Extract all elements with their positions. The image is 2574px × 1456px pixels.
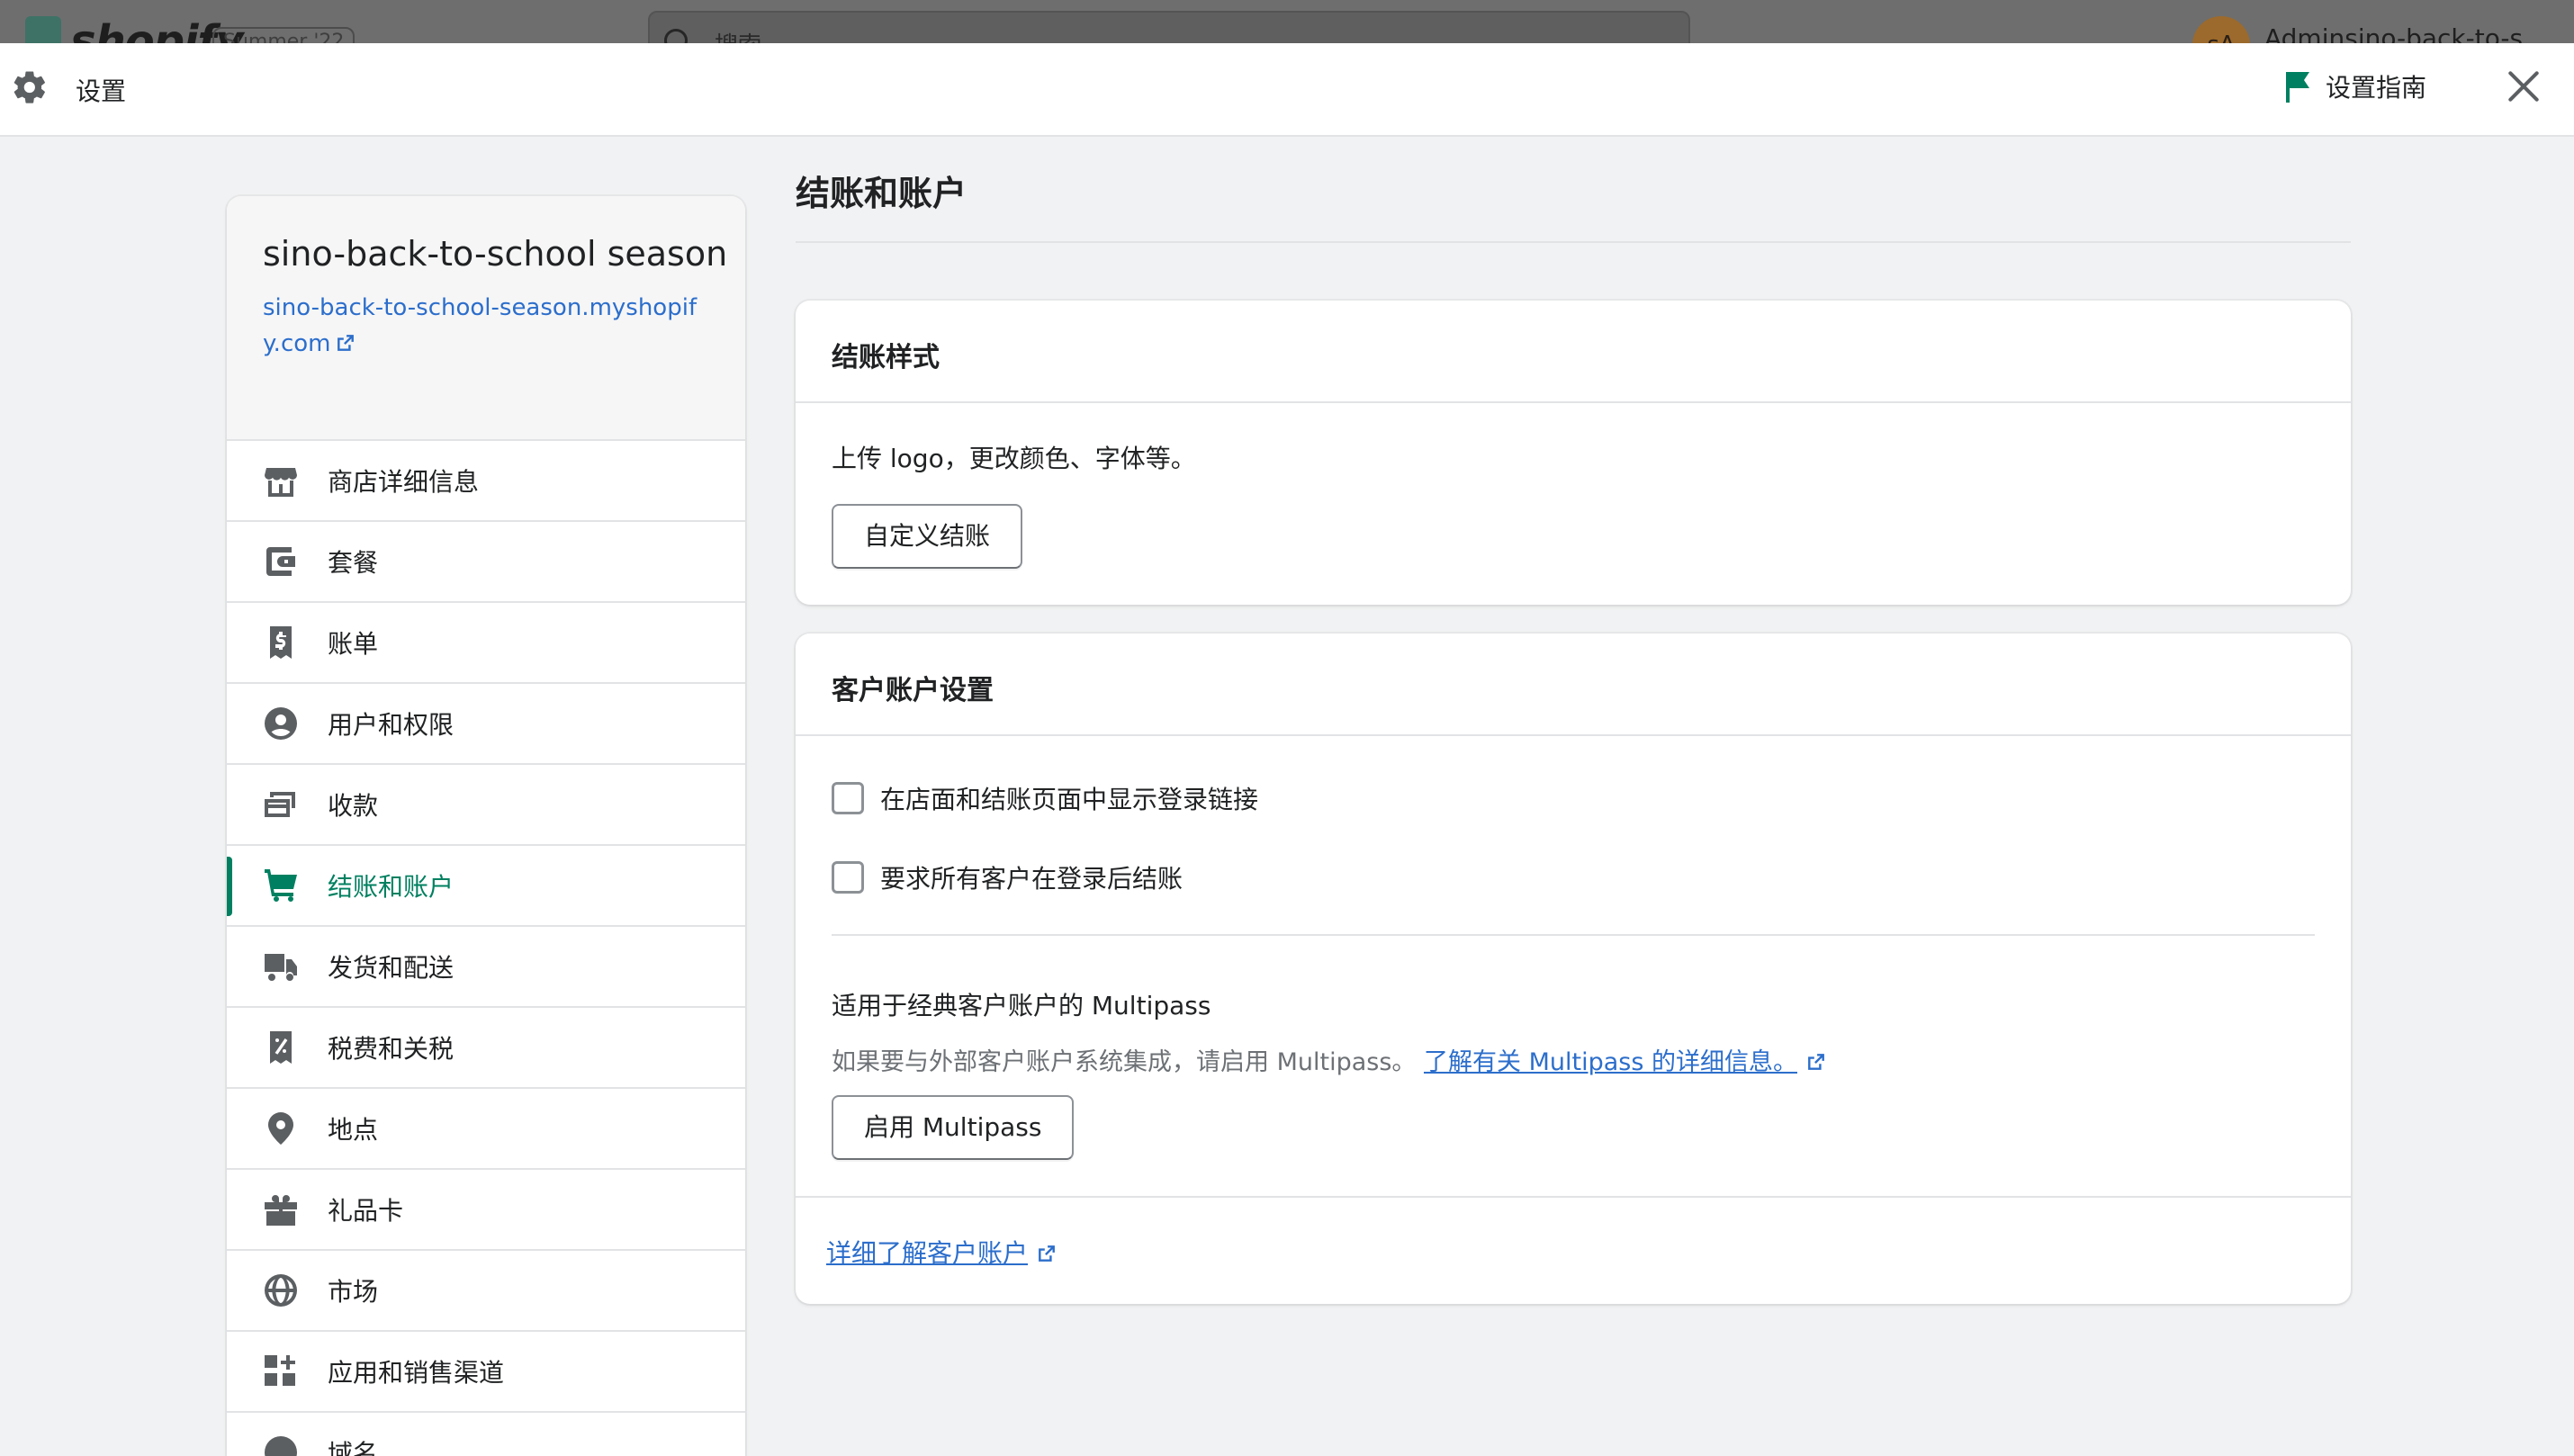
customer-accounts-learn-more-link[interactable]: 详细了解客户账户 xyxy=(826,1238,1057,1268)
gear-icon xyxy=(14,71,45,103)
settings-nav: sino-back-to-school season sino-back-to-… xyxy=(227,196,745,1456)
page-title: 设置 xyxy=(76,76,127,106)
store-info: sino-back-to-school season sino-back-to-… xyxy=(227,196,745,441)
require-login-option[interactable]: 要求所有客户在登录后结账 xyxy=(832,855,2315,900)
divider xyxy=(832,934,2315,936)
sidebar-item-gift-cards[interactable]: 礼品卡 xyxy=(227,1170,745,1251)
card-footer: 详细了解客户账户 xyxy=(796,1196,2351,1304)
avatar: sA xyxy=(2192,16,2250,43)
apps-icon xyxy=(265,1355,295,1386)
multipass-learn-more-link[interactable]: 了解有关 Multipass 的详细信息。 xyxy=(1424,1048,1826,1076)
external-link-icon xyxy=(1808,1054,1824,1070)
show-login-links-checkbox[interactable] xyxy=(832,782,864,814)
multipass-description: 如果要与外部客户账户系统集成，请启用 Multipass。 了解有关 Multi… xyxy=(832,1042,2315,1077)
customer-accounts-card: 客户账户设置 在店面和结账页面中显示登录链接 要求所有客户在登录后结账 适用于经… xyxy=(796,634,2351,1304)
checkout-style-card: 结账样式 上传 logo，更改颜色、字体等。 自定义结账 xyxy=(796,301,2351,605)
sidebar-item-shipping[interactable]: 发货和配送 xyxy=(227,927,745,1008)
shopify-logo-icon xyxy=(25,16,61,43)
main-content: 结账和账户 结账样式 上传 logo，更改颜色、字体等。 自定义结账 客户账户设… xyxy=(796,151,2351,1304)
external-link-icon xyxy=(1039,1245,1055,1262)
sidebar-item-markets[interactable]: 市场 xyxy=(227,1251,745,1332)
sidebar-item-users[interactable]: 用户和权限 xyxy=(227,684,745,765)
multipass-title: 适用于经典客户账户的 Multipass xyxy=(832,991,1211,1020)
store-name: sino-back-to-school season xyxy=(263,234,728,274)
require-login-checkbox[interactable] xyxy=(832,861,864,894)
billing-icon xyxy=(270,626,292,659)
sidebar-item-domains[interactable]: 域名 xyxy=(227,1413,745,1456)
user-name: Adminsino-back-to-s... xyxy=(2264,23,2547,43)
store-icon xyxy=(265,468,297,497)
gift-icon xyxy=(265,1195,297,1226)
search-icon xyxy=(664,29,688,43)
section-title: 结账和账户 xyxy=(796,151,2351,243)
truck-icon xyxy=(265,954,297,981)
location-icon xyxy=(268,1112,293,1145)
edition-badge: Summer '22 xyxy=(212,27,356,43)
enable-multipass-button[interactable]: 启用 Multipass xyxy=(832,1095,1075,1160)
cart-icon xyxy=(265,869,297,902)
customize-checkout-button[interactable]: 自定义结账 xyxy=(832,504,1023,569)
external-link-icon xyxy=(338,335,355,351)
card-description: 上传 logo，更改颜色、字体等。 xyxy=(832,444,1196,473)
admin-topbar-dimmed: shopify Summer '22 搜索 sA Adminsino-back-… xyxy=(0,0,2574,43)
admin-search-input: 搜索 xyxy=(648,11,1690,43)
sidebar-item-locations[interactable]: 地点 xyxy=(227,1089,745,1170)
sidebar-item-billing[interactable]: 账单 xyxy=(227,603,745,684)
sidebar-item-payments[interactable]: 收款 xyxy=(227,765,745,846)
settings-modal: 设置 设置指南 sino-back-to-school season sino-… xyxy=(0,43,2574,1456)
card-heading: 结账样式 xyxy=(796,301,2351,403)
show-login-links-option[interactable]: 在店面和结账页面中显示登录链接 xyxy=(832,776,2315,821)
user-icon xyxy=(265,707,297,740)
payments-icon xyxy=(265,792,295,817)
sidebar-item-store-details[interactable]: 商店详细信息 xyxy=(227,441,745,522)
domain-icon xyxy=(265,1436,297,1456)
store-url-link[interactable]: sino-back-to-school-season.myshopify.com xyxy=(263,290,709,362)
settings-header: 设置 设置指南 xyxy=(0,43,2574,137)
sidebar-item-apps[interactable]: 应用和销售渠道 xyxy=(227,1332,745,1413)
close-icon[interactable] xyxy=(2504,67,2543,106)
globe-icon xyxy=(265,1274,297,1307)
sidebar-item-checkout[interactable]: 结账和账户 xyxy=(227,846,745,927)
tax-icon xyxy=(270,1031,292,1064)
setup-guide-button[interactable]: 设置指南 xyxy=(2284,68,2426,104)
plan-icon xyxy=(266,547,295,576)
card-heading: 客户账户设置 xyxy=(796,634,2351,736)
sidebar-item-taxes[interactable]: 税费和关税 xyxy=(227,1008,745,1089)
flag-icon xyxy=(2286,72,2309,103)
sidebar-item-plan[interactable]: 套餐 xyxy=(227,522,745,603)
